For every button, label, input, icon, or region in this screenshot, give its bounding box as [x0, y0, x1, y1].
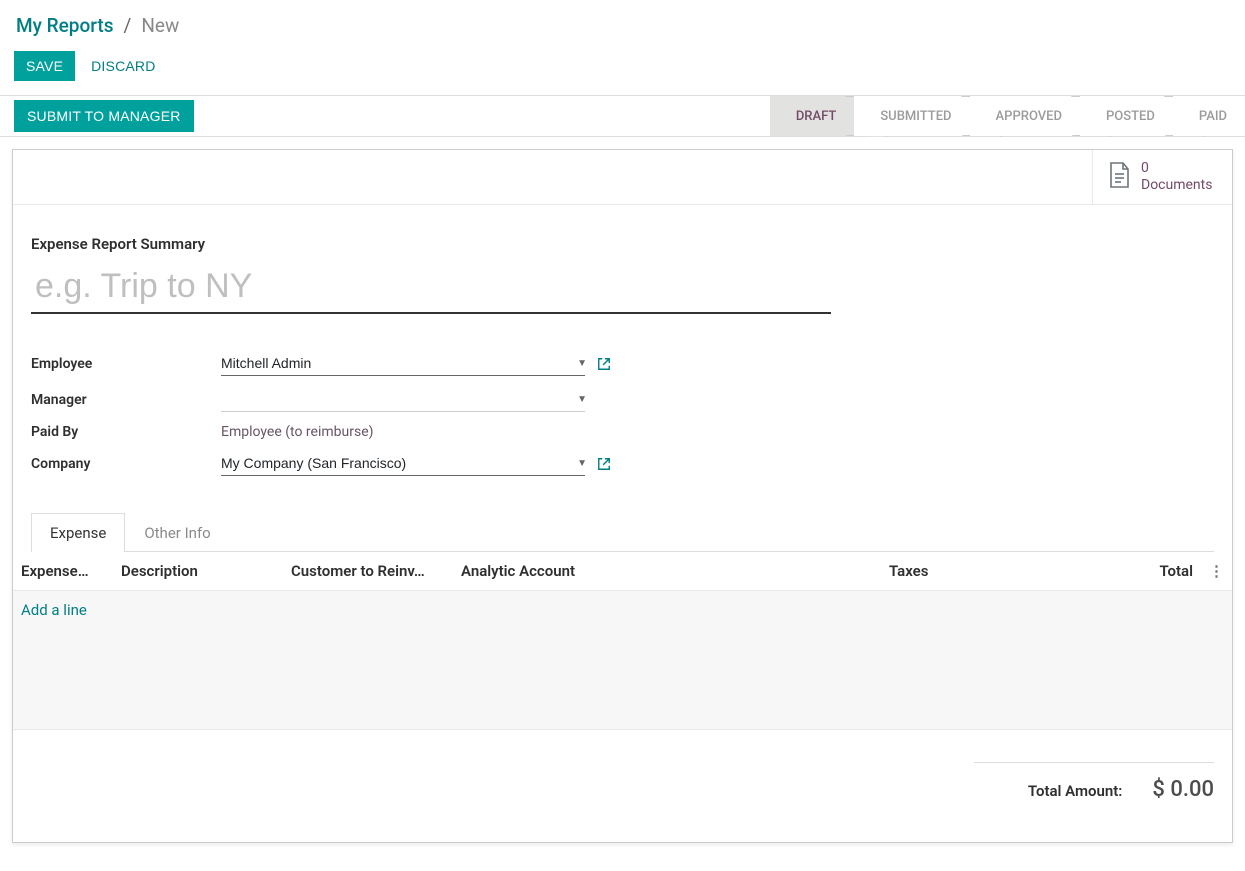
- col-total[interactable]: Total: [1081, 552, 1201, 591]
- column-options-icon[interactable]: ⋮: [1201, 552, 1232, 591]
- stage-flow: DRAFT SUBMITTED APPROVED POSTED PAID: [770, 96, 1245, 136]
- breadcrumb: My Reports / New: [0, 0, 1245, 51]
- totals-section: Total Amount: $ 0.00: [13, 730, 1232, 802]
- documents-stat-button[interactable]: 0 Documents: [1092, 150, 1232, 204]
- company-label: Company: [31, 456, 221, 472]
- col-taxes[interactable]: Taxes: [881, 552, 1081, 591]
- breadcrumb-root-link[interactable]: My Reports: [16, 14, 114, 37]
- breadcrumb-separator: /: [124, 14, 132, 37]
- stage-draft[interactable]: DRAFT: [770, 96, 855, 136]
- employee-external-link-icon[interactable]: [597, 357, 611, 371]
- summary-label: Expense Report Summary: [31, 235, 1214, 253]
- total-amount-value: $ 0.00: [1152, 777, 1214, 802]
- stage-paid[interactable]: PAID: [1173, 96, 1245, 136]
- company-select[interactable]: [221, 452, 585, 476]
- status-bar: SUBMIT TO MANAGER DRAFT SUBMITTED APPROV…: [0, 95, 1245, 137]
- tab-bar: Expense Other Info: [31, 512, 1214, 552]
- paid-by-label: Paid By: [31, 424, 221, 440]
- form-sheet: 0 Documents Expense Report Summary Emplo…: [12, 149, 1233, 843]
- col-description[interactable]: Description: [113, 552, 283, 591]
- documents-stat-text: 0 Documents: [1141, 160, 1212, 194]
- stage-approved[interactable]: APPROVED: [970, 96, 1080, 136]
- col-analytic[interactable]: Analytic Account: [453, 552, 881, 591]
- button-box: 0 Documents: [13, 150, 1232, 205]
- col-customer[interactable]: Customer to Reinv…: [283, 552, 453, 591]
- action-row: SAVE DISCARD: [0, 51, 1245, 95]
- fields-group: Employee ▼ Manager ▼ Paid By Employee (: [31, 352, 1214, 476]
- document-icon: [1107, 161, 1131, 193]
- documents-label: Documents: [1141, 177, 1212, 193]
- stage-submitted[interactable]: SUBMITTED: [854, 96, 969, 136]
- breadcrumb-current: New: [141, 14, 179, 37]
- add-line-link[interactable]: Add a line: [21, 601, 87, 619]
- total-amount-label: Total Amount:: [1028, 782, 1123, 800]
- employee-select[interactable]: [221, 352, 585, 376]
- expense-table: Expense… Description Customer to Reinv… …: [13, 552, 1232, 730]
- manager-select[interactable]: [221, 388, 585, 412]
- stage-posted[interactable]: POSTED: [1080, 96, 1173, 136]
- report-title-input[interactable]: [31, 261, 831, 314]
- submit-to-manager-button[interactable]: SUBMIT TO MANAGER: [14, 100, 194, 132]
- tab-expense[interactable]: Expense: [31, 513, 125, 552]
- discard-button[interactable]: DISCARD: [91, 58, 155, 74]
- documents-count: 0: [1141, 160, 1149, 176]
- save-button[interactable]: SAVE: [14, 51, 75, 81]
- paid-by-value: Employee (to reimburse): [221, 424, 374, 440]
- col-expense-date[interactable]: Expense…: [13, 552, 113, 591]
- employee-label: Employee: [31, 356, 221, 372]
- manager-label: Manager: [31, 392, 221, 408]
- company-external-link-icon[interactable]: [597, 457, 611, 471]
- tab-other-info[interactable]: Other Info: [125, 513, 229, 552]
